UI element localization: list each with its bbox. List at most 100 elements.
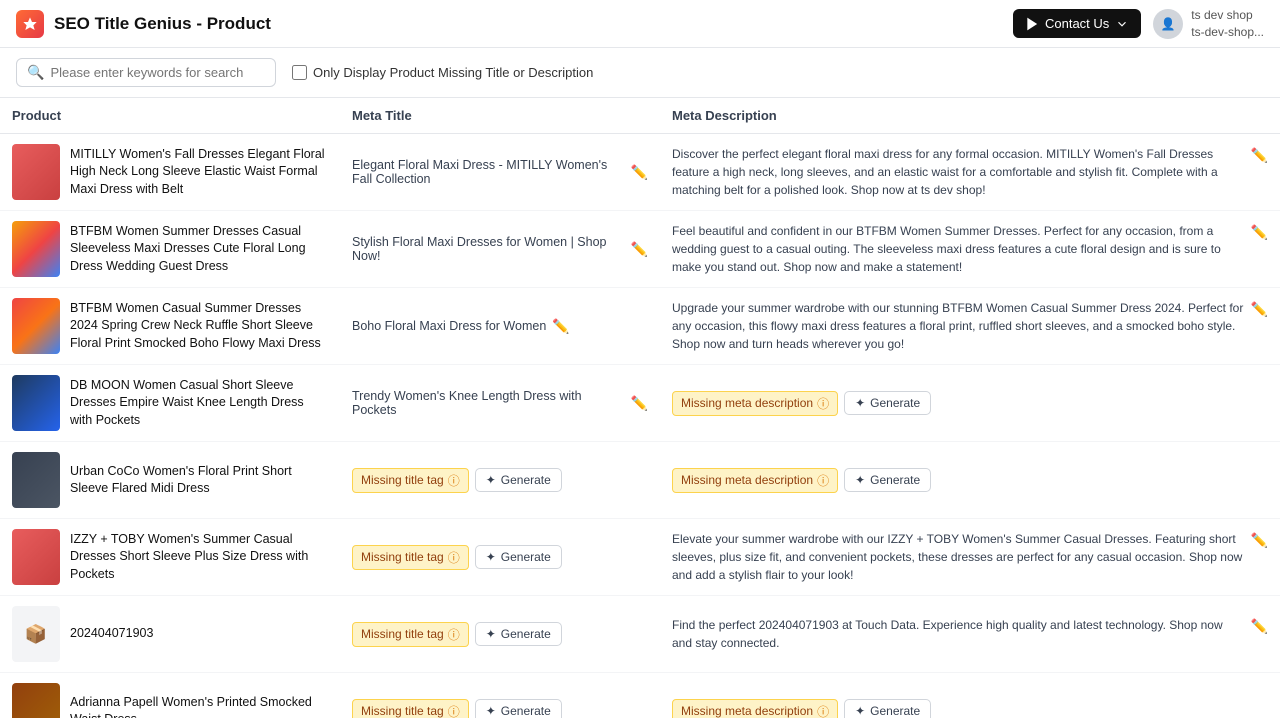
meta-desc-text: Feel beautiful and confident in our BTFB… — [672, 222, 1245, 276]
contact-us-button[interactable]: Contact Us — [1013, 9, 1141, 38]
info-icon-desc: ⓘ — [817, 395, 829, 412]
missing-title-badge: Missing title tag ⓘ — [352, 545, 469, 570]
table-header-row: Product Meta Title Meta Description — [0, 98, 1280, 134]
product-name: 202404071903 — [70, 625, 153, 643]
generate-title-button[interactable]: ✦ Generate — [475, 699, 562, 718]
product-cell: Adrianna Papell Women's Printed Smocked … — [0, 673, 340, 719]
generate-title-button[interactable]: ✦ Generate — [475, 468, 562, 492]
toolbar: 🔍 Only Display Product Missing Title or … — [0, 48, 1280, 98]
search-icon: 🔍 — [27, 64, 44, 81]
meta-title-edit-icon[interactable]: ✏️ — [631, 164, 648, 181]
table-wrap: Product Meta Title Meta Description MITI… — [0, 98, 1280, 718]
meta-title-edit-icon[interactable]: ✏️ — [631, 395, 648, 412]
header-right: Contact Us 👤 ts dev shop ts-dev-shop... — [1013, 7, 1264, 41]
product-cell: IZZY + TOBY Women's Summer Casual Dresse… — [0, 519, 340, 596]
table-row: Adrianna Papell Women's Printed Smocked … — [0, 673, 1280, 719]
user-info: 👤 ts dev shop ts-dev-shop... — [1153, 7, 1264, 41]
product-name: Adrianna Papell Women's Printed Smocked … — [70, 694, 328, 719]
filter-checkbox[interactable] — [292, 65, 307, 80]
meta-title-cell: Stylish Floral Maxi Dresses for Women | … — [340, 211, 660, 288]
col-header-product: Product — [0, 98, 340, 134]
meta-desc-text: Find the perfect 202404071903 at Touch D… — [672, 616, 1245, 652]
generate-title-label: Generate — [501, 473, 551, 487]
meta-title-cell: Boho Floral Maxi Dress for Women ✏️ — [340, 288, 660, 365]
missing-desc-text: Missing meta description — [681, 473, 813, 487]
product-image — [12, 529, 60, 585]
meta-desc-cell: Elevate your summer wardrobe with our IZ… — [660, 519, 1280, 596]
generate-desc-label: Generate — [870, 704, 920, 718]
meta-desc-cell: Discover the perfect elegant floral maxi… — [660, 134, 1280, 211]
generate-desc-label: Generate — [870, 396, 920, 410]
logo-icon — [16, 10, 44, 38]
meta-title-cell: Missing title tag ⓘ ✦ Generate — [340, 519, 660, 596]
product-cell: Urban CoCo Women's Floral Print Short Sl… — [0, 442, 340, 519]
table-row: DB MOON Women Casual Short Sleeve Dresse… — [0, 365, 1280, 442]
meta-desc-cell: Feel beautiful and confident in our BTFB… — [660, 211, 1280, 288]
avatar: 👤 — [1153, 9, 1183, 39]
generate-desc-button[interactable]: ✦ Generate — [844, 699, 931, 718]
product-cell: DB MOON Women Casual Short Sleeve Dresse… — [0, 365, 340, 442]
meta-title-text: Trendy Women's Knee Length Dress with Po… — [352, 389, 625, 417]
meta-title-cell: Missing title tag ⓘ ✦ Generate — [340, 442, 660, 519]
missing-title-text: Missing title tag — [361, 704, 444, 718]
product-cell: MITILLY Women's Fall Dresses Elegant Flo… — [0, 134, 340, 211]
table-row: Urban CoCo Women's Floral Print Short Sl… — [0, 442, 1280, 519]
missing-desc-text: Missing meta description — [681, 396, 813, 410]
search-input[interactable] — [50, 65, 265, 80]
search-input-wrap[interactable]: 🔍 — [16, 58, 276, 87]
missing-title-badge: Missing title tag ⓘ — [352, 622, 469, 647]
meta-desc-cell: Upgrade your summer wardrobe with our st… — [660, 288, 1280, 365]
table-row: BTFBM Women Casual Summer Dresses 2024 S… — [0, 288, 1280, 365]
generate-title-button[interactable]: ✦ Generate — [475, 622, 562, 646]
meta-desc-cell: Missing meta description ⓘ ✦ Generate — [660, 673, 1280, 719]
meta-desc-cell: Missing meta description ⓘ ✦ Generate — [660, 365, 1280, 442]
missing-desc-badge: Missing meta description ⓘ — [672, 468, 838, 493]
meta-title-text: Boho Floral Maxi Dress for Women — [352, 319, 546, 333]
info-icon-desc: ⓘ — [817, 703, 829, 719]
meta-desc-edit-icon[interactable]: ✏️ — [1251, 616, 1268, 637]
product-cell: BTFBM Women Casual Summer Dresses 2024 S… — [0, 288, 340, 365]
generate-icon: ✦ — [486, 550, 496, 564]
product-image — [12, 144, 60, 200]
generate-title-label: Generate — [501, 704, 551, 718]
product-name: Urban CoCo Women's Floral Print Short Sl… — [70, 463, 328, 498]
col-header-meta-desc: Meta Description — [660, 98, 1280, 134]
meta-title-edit-icon[interactable]: ✏️ — [552, 318, 569, 335]
meta-desc-cell: Find the perfect 202404071903 at Touch D… — [660, 596, 1280, 673]
generate-desc-button[interactable]: ✦ Generate — [844, 468, 931, 492]
table-row: IZZY + TOBY Women's Summer Casual Dresse… — [0, 519, 1280, 596]
product-image — [12, 298, 60, 354]
table-row: MITILLY Women's Fall Dresses Elegant Flo… — [0, 134, 1280, 211]
product-name: MITILLY Women's Fall Dresses Elegant Flo… — [70, 146, 328, 199]
generate-desc-button[interactable]: ✦ Generate — [844, 391, 931, 415]
meta-desc-text: Discover the perfect elegant floral maxi… — [672, 145, 1245, 199]
generate-title-label: Generate — [501, 550, 551, 564]
meta-title-cell: Missing title tag ⓘ ✦ Generate — [340, 673, 660, 719]
product-name: BTFBM Women Summer Dresses Casual Sleeve… — [70, 223, 328, 276]
product-name: BTFBM Women Casual Summer Dresses 2024 S… — [70, 300, 328, 353]
info-icon-desc: ⓘ — [817, 472, 829, 489]
product-image — [12, 452, 60, 508]
filter-checkbox-label[interactable]: Only Display Product Missing Title or De… — [292, 65, 593, 80]
generate-title-label: Generate — [501, 627, 551, 641]
generate-title-button[interactable]: ✦ Generate — [475, 545, 562, 569]
missing-title-badge: Missing title tag ⓘ — [352, 699, 469, 719]
missing-desc-text: Missing meta description — [681, 704, 813, 718]
info-icon: ⓘ — [448, 703, 460, 719]
header-left: SEO Title Genius - Product — [16, 10, 271, 38]
meta-desc-edit-icon[interactable]: ✏️ — [1251, 145, 1268, 166]
table-row: 📦 202404071903 Missing title tag ⓘ ✦ Gen… — [0, 596, 1280, 673]
product-image-placeholder: 📦 — [12, 606, 60, 662]
table-row: BTFBM Women Summer Dresses Casual Sleeve… — [0, 211, 1280, 288]
meta-title-cell: Elegant Floral Maxi Dress - MITILLY Wome… — [340, 134, 660, 211]
info-icon: ⓘ — [448, 549, 460, 566]
meta-title-edit-icon[interactable]: ✏️ — [631, 241, 648, 258]
generate-icon-desc: ✦ — [855, 704, 865, 718]
meta-title-cell: Missing title tag ⓘ ✦ Generate — [340, 596, 660, 673]
meta-desc-edit-icon[interactable]: ✏️ — [1251, 530, 1268, 551]
meta-desc-edit-icon[interactable]: ✏️ — [1251, 299, 1268, 320]
meta-desc-text: Elevate your summer wardrobe with our IZ… — [672, 530, 1245, 584]
products-table: Product Meta Title Meta Description MITI… — [0, 98, 1280, 718]
product-image — [12, 221, 60, 277]
meta-desc-edit-icon[interactable]: ✏️ — [1251, 222, 1268, 243]
